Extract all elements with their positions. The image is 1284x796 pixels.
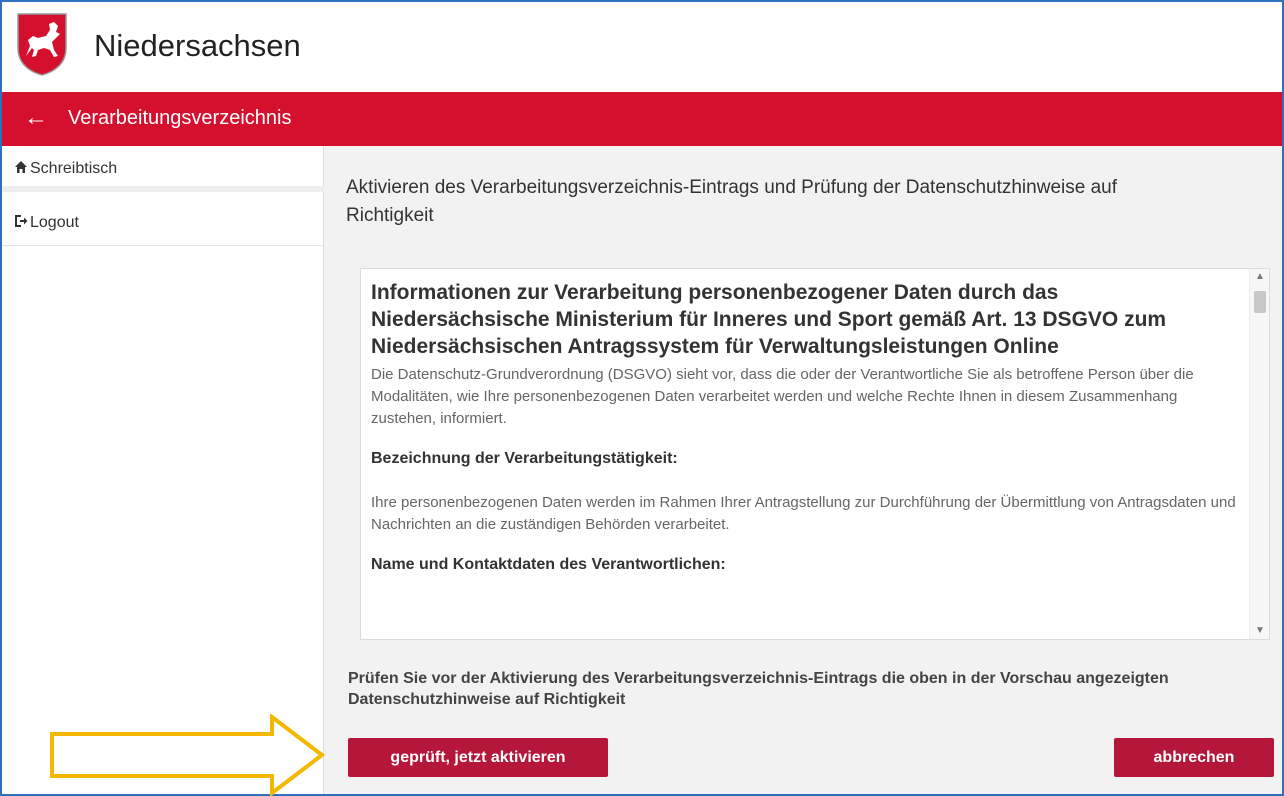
main-content: Aktivieren des Verarbeitungsverzeichnis-… xyxy=(324,146,1282,794)
cancel-button[interactable]: abbrechen xyxy=(1114,738,1274,777)
preview-section-title: Name und Kontaktdaten des Verantwortlich… xyxy=(371,556,726,573)
sidebar: Schreibtisch Logout xyxy=(2,146,324,794)
sidebar-item-logout[interactable]: Logout xyxy=(2,200,324,246)
annotation-arrow-icon xyxy=(50,714,326,796)
scroll-up-icon[interactable]: ▲ xyxy=(1255,271,1265,282)
niedersachsen-logo-icon[interactable] xyxy=(16,12,68,76)
sidebar-item-label: Schreibtisch xyxy=(30,160,118,177)
title-bar: ← Verarbeitungsverzeichnis xyxy=(2,92,1282,146)
preview-intro: Die Datenschutz-Grundverordnung (DSGVO) … xyxy=(371,366,1194,427)
page-title: Aktivieren des Verarbeitungsverzeichnis-… xyxy=(346,177,1117,226)
activate-button[interactable]: geprüft, jetzt aktivieren xyxy=(348,738,608,777)
preview-section-title: Bezeichnung der Verarbeitungstätigkeit: xyxy=(371,450,678,467)
sidebar-item-schreibtisch[interactable]: Schreibtisch xyxy=(2,146,324,192)
home-icon xyxy=(15,161,27,173)
preview-heading: Informationen zur Verarbeitung personenb… xyxy=(371,281,1167,358)
site-header: Niedersachsen xyxy=(2,2,1282,92)
privacy-preview-content: Informationen zur Verarbeitung personenb… xyxy=(371,279,1239,574)
preview-scrollbar[interactable]: ▲ ▼ xyxy=(1249,269,1269,639)
preview-section-text: Ihre personenbezogenen Daten werden im R… xyxy=(371,494,1236,533)
page-section-title[interactable]: Verarbeitungsverzeichnis xyxy=(68,107,291,130)
sidebar-item-label: Logout xyxy=(30,214,79,231)
verification-hint: Prüfen Sie vor der Aktivierung des Verar… xyxy=(348,670,1169,708)
arrow-left-icon[interactable]: ← xyxy=(24,104,48,132)
scrollbar-thumb[interactable] xyxy=(1254,291,1266,313)
privacy-preview-panel[interactable]: Informationen zur Verarbeitung personenb… xyxy=(360,268,1270,640)
logout-icon xyxy=(15,215,28,227)
site-brand: Niedersachsen xyxy=(94,28,301,63)
scroll-down-icon[interactable]: ▼ xyxy=(1255,625,1265,636)
